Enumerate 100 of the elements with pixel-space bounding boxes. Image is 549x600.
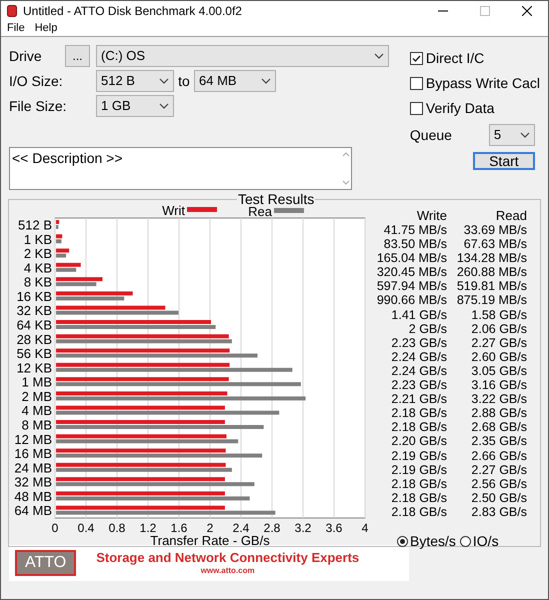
category-label: 8 MB (22, 418, 52, 432)
read-rate: 3.22 GB/s (470, 392, 527, 406)
browse-button[interactable]: ... (65, 45, 90, 67)
field-label: Drive (9, 46, 43, 66)
axis-tick-label: 0.4 (78, 521, 94, 535)
read-rate: 67.63 MB/s (462, 237, 527, 252)
checkbox[interactable] (410, 102, 423, 115)
to-label: to (177, 72, 191, 90)
legend-swatch (187, 207, 217, 212)
start-button[interactable]: Start (472, 152, 535, 170)
close-icon[interactable] (522, 6, 532, 16)
category-label: 12 KB (16, 360, 52, 376)
write-rate: 2.18 GB/s (390, 406, 447, 420)
category-label: 12 MB (14, 432, 52, 447)
write-rate: 320.45 MB/s (376, 265, 447, 280)
checkbox-label: Verify Data (426, 99, 494, 118)
read-rate: 2.88 GB/s (470, 406, 527, 420)
write-rate: 2.23 GB/s (390, 336, 447, 350)
chevron-down-icon (159, 78, 169, 84)
read-rate: 260.88 MB/s (456, 265, 527, 280)
app-icon (7, 5, 17, 17)
write-rate: 597.94 MB/s (376, 279, 447, 294)
write-rate: 2.18 GB/s (390, 504, 447, 519)
checkbox[interactable] (410, 52, 423, 65)
write-rate: 41.75 MB/s (382, 223, 447, 238)
description-field[interactable]: << Description >> (9, 147, 352, 190)
checkbox-label: Bypass Write Cacl (426, 74, 540, 93)
read-rate: 134.28 MB/s (456, 251, 527, 266)
radio-button[interactable] (397, 536, 408, 547)
brand-logo: ATTO (15, 550, 76, 576)
read-rate: 2.27 GB/s (470, 336, 527, 350)
read-rate: 519.81 MB/s (456, 279, 527, 294)
axis-tick-label: 3.6 (326, 521, 342, 535)
category-label: 24 MB (14, 460, 52, 476)
axis-tick-label: 2 (206, 521, 214, 535)
chevron-down-icon (261, 78, 271, 84)
category-label: 2 KB (24, 246, 52, 262)
category-label: 32 MB (14, 474, 52, 490)
category-label: 8 KB (24, 274, 52, 290)
io-size-dropdown[interactable]: 512 B (96, 70, 174, 92)
write-rate: 2.19 GB/s (390, 462, 447, 477)
radio-label: IO/s (472, 532, 499, 551)
axis-tick-label: 1.2 (140, 521, 156, 535)
category-label: 4 KB (24, 260, 52, 276)
website-url: www.atto.com (200, 566, 255, 576)
write-rate: 2.24 GB/s (390, 364, 447, 378)
read-rate: 1.58 GB/s (470, 308, 527, 322)
read-rate: 2.27 GB/s (470, 462, 527, 477)
menu-item[interactable]: Help (34, 20, 58, 37)
legend-label: Rea (248, 204, 272, 219)
radio-button[interactable] (460, 536, 471, 547)
axis-tick-label: 2.8 (264, 521, 280, 535)
category-label: 16 KB (16, 288, 52, 304)
write-rate: 165.04 MB/s (376, 251, 447, 266)
checkbox-label: Direct I/C (426, 49, 484, 68)
read-rate: 2.35 GB/s (470, 434, 527, 448)
file-size-dropdown[interactable]: 1 GB (96, 95, 174, 117)
write-rate: 2.20 GB/s (390, 434, 447, 448)
menu-item[interactable]: File (7, 20, 25, 37)
axis-tick-label: 0.8 (108, 521, 126, 535)
field-label: File Size: (9, 96, 68, 116)
chevron-down-icon (159, 103, 169, 109)
radio-label: Bytes/s (410, 532, 456, 551)
drive-dropdown[interactable]: (C:) OS (96, 45, 389, 67)
category-label: 28 KB (16, 332, 52, 347)
axis-title: Transfer Rate - GB/s (150, 533, 270, 546)
read-rate: 33.69 MB/s (462, 223, 527, 238)
write-rate: 1.41 GB/s (390, 308, 447, 322)
column-header: Read (494, 209, 527, 223)
category-label: 32 KB (16, 303, 52, 318)
group-title: Test Results (237, 191, 316, 207)
write-rate: 2.23 GB/s (390, 378, 447, 392)
category-label: 1 KB (24, 232, 52, 247)
read-rate: 2.60 GB/s (470, 350, 527, 364)
read-rate: 875.19 MB/s (456, 293, 527, 308)
write-rate: 2 GB/s (408, 322, 447, 336)
category-label: 64 KB (16, 318, 52, 332)
category-label: 1 MB (22, 374, 52, 390)
column-header: Write (416, 209, 447, 223)
read-rate: 3.05 GB/s (470, 364, 527, 378)
write-rate: 2.18 GB/s (390, 490, 447, 505)
legend-label: Writ (162, 203, 185, 218)
axis-tick-label: 2.4 (232, 521, 250, 535)
write-rate: 2.18 GB/s (390, 420, 447, 434)
queue-dropdown[interactable]: 5 (488, 124, 535, 146)
io-size-dropdown[interactable]: 64 MB (194, 70, 276, 92)
read-rate: 2.50 GB/s (470, 490, 527, 505)
category-label: 2 MB (22, 388, 52, 404)
axis-tick-label: 4 (362, 521, 368, 535)
axis-tick-label: 1.6 (170, 521, 188, 535)
queue-label: Queue (410, 126, 453, 145)
axis-tick-label: 3.2 (294, 521, 312, 535)
read-rate: 3.16 GB/s (470, 378, 527, 392)
window-title: Untitled - ATTO Disk Benchmark 4.00.0f2 (23, 3, 243, 20)
read-rate: 2.06 GB/s (470, 322, 527, 336)
checkbox[interactable] (410, 77, 423, 90)
read-rate: 2.66 GB/s (470, 448, 527, 463)
read-rate: 2.56 GB/s (470, 476, 527, 491)
category-label: 48 MB (14, 488, 52, 504)
category-label: 64 MB (14, 503, 52, 518)
